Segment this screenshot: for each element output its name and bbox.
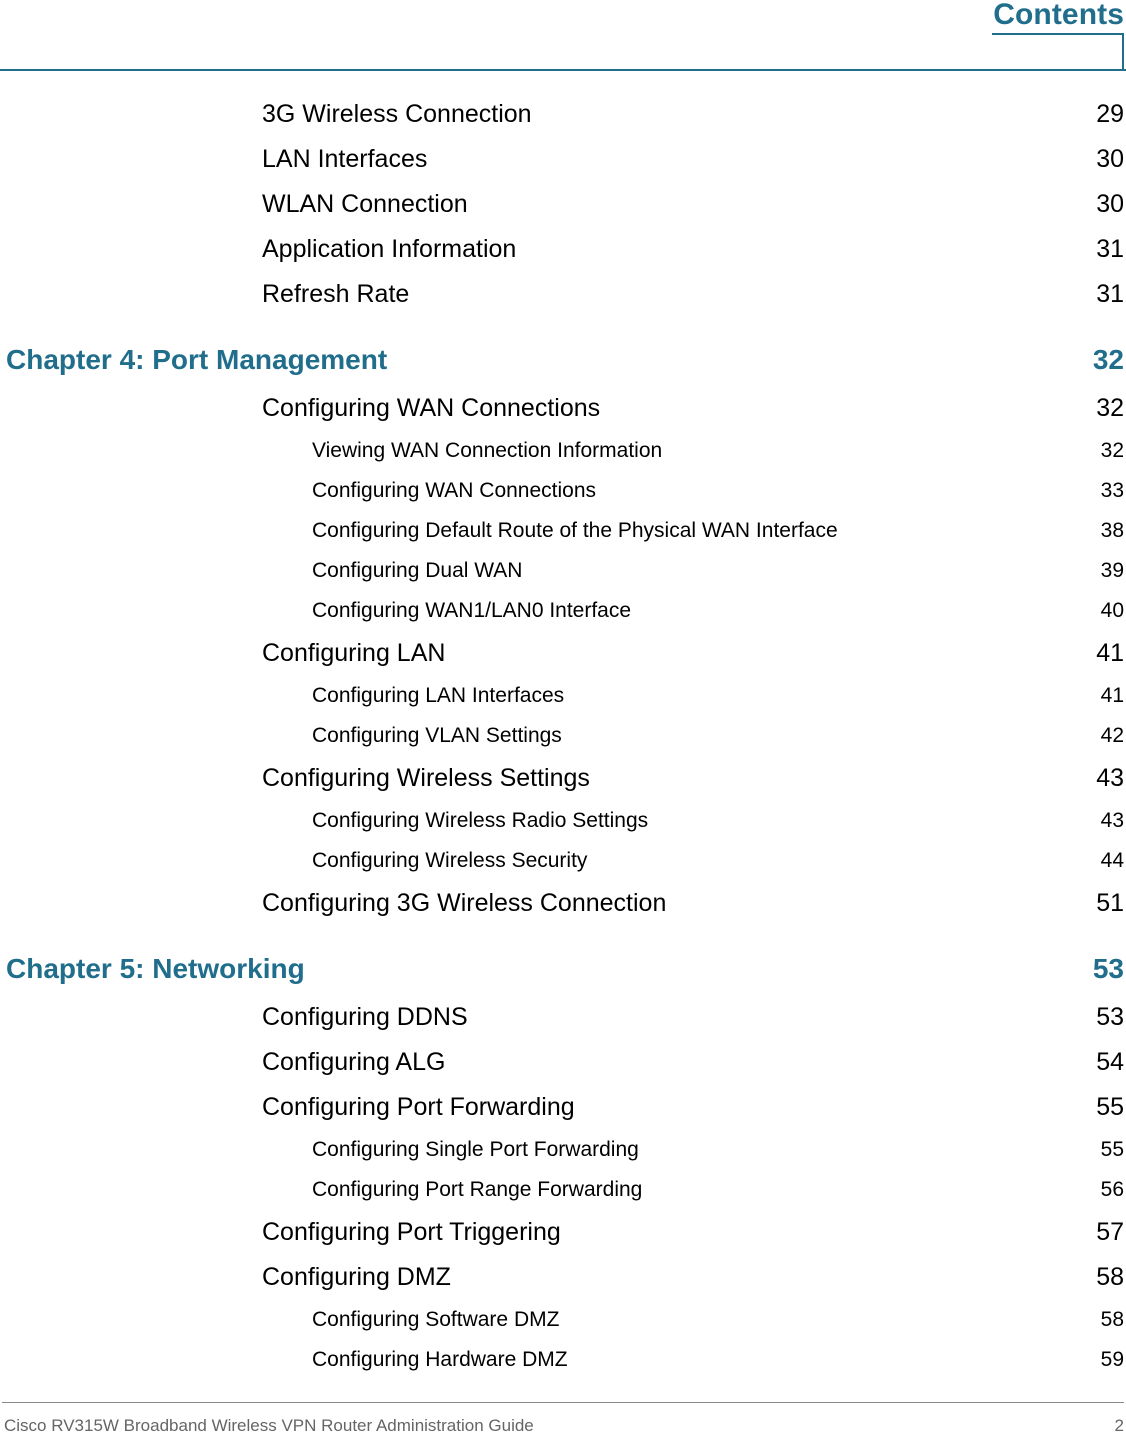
- toc-entry-row[interactable]: Configuring WAN Connections 32: [0, 386, 1126, 431]
- toc-entry-label: Configuring LAN: [262, 639, 446, 667]
- toc-entry-page-number: 58: [1096, 1263, 1124, 1291]
- toc-entry-row[interactable]: LAN Interfaces 30: [0, 137, 1126, 182]
- toc-entry-row[interactable]: Configuring Default Route of the Physica…: [0, 511, 1126, 551]
- toc-entry-label: WLAN Connection: [262, 190, 468, 218]
- toc-entry-row[interactable]: Configuring Wireless Security 44: [0, 841, 1126, 881]
- toc-entry-page-number: 29: [1096, 100, 1124, 128]
- header-divider: [0, 69, 1126, 71]
- toc-entry-label: Configuring 3G Wireless Connection: [262, 889, 667, 917]
- toc-entry-row[interactable]: WLAN Connection 30: [0, 182, 1126, 227]
- toc-entry-label: Configuring Wireless Security: [312, 849, 588, 872]
- toc-entry-page-number: 55: [1096, 1093, 1124, 1121]
- toc-entry-page-number: 30: [1096, 145, 1124, 173]
- toc-entry-label: Configuring Dual WAN: [312, 559, 523, 582]
- table-of-contents: 3G Wireless Connection 29 LAN Interfaces 30…: [0, 92, 1126, 1380]
- toc-entry-label: Configuring Hardware DMZ: [312, 1348, 568, 1371]
- toc-entry-row[interactable]: Configuring Port Triggering 57: [0, 1210, 1126, 1255]
- toc-entry-page-number: 40: [1100, 599, 1124, 622]
- toc-entry-row[interactable]: Configuring WAN1/LAN0 Interface 40: [0, 591, 1126, 631]
- toc-entry-row[interactable]: Configuring Hardware DMZ 59: [0, 1340, 1126, 1380]
- toc-entry-label: Configuring ALG: [262, 1048, 446, 1076]
- toc-entry-page-number: 33: [1100, 479, 1124, 502]
- toc-entry-page-number: 32: [1100, 439, 1124, 462]
- toc-entry-page-number: 39: [1100, 559, 1124, 582]
- toc-entry-label: Configuring Wireless Settings: [262, 764, 590, 792]
- toc-entry-row[interactable]: Configuring Port Range Forwarding 56: [0, 1170, 1126, 1210]
- toc-entry-page-number: 59: [1100, 1348, 1124, 1371]
- toc-entry-label: Configuring Port Range Forwarding: [312, 1178, 643, 1201]
- toc-entry-label: Configuring DMZ: [262, 1263, 451, 1291]
- toc-entry-page-number: 31: [1096, 280, 1124, 308]
- footer-document-title: Cisco RV315W Broadband Wireless VPN Rout…: [4, 1416, 534, 1435]
- toc-entry-row[interactable]: Configuring Port Forwarding 55: [0, 1085, 1126, 1130]
- toc-entry-page-number: 44: [1100, 849, 1124, 872]
- toc-entry-label: Viewing WAN Connection Information: [312, 439, 663, 462]
- toc-entry-page-number: 51: [1096, 889, 1124, 917]
- page-footer: Cisco RV315W Broadband Wireless VPN Rout…: [0, 1402, 1126, 1454]
- toc-chapter-label: Chapter 4: Port Management: [6, 344, 388, 375]
- toc-entry-row[interactable]: Configuring 3G Wireless Connection 51: [0, 881, 1126, 926]
- toc-entry-page-number: 32: [1096, 394, 1124, 422]
- toc-chapter-page-number: 53: [1092, 953, 1124, 984]
- toc-entry-row[interactable]: Configuring DDNS 53: [0, 995, 1126, 1040]
- toc-chapter-label: Chapter 5: Networking: [6, 953, 305, 984]
- toc-entry-page-number: 41: [1100, 684, 1124, 707]
- toc-entry-row[interactable]: Configuring VLAN Settings 42: [0, 716, 1126, 756]
- toc-entry-label: Configuring WAN Connections: [312, 479, 597, 502]
- toc-entry-row[interactable]: Configuring Wireless Radio Settings 43: [0, 801, 1126, 841]
- toc-entry-page-number: 56: [1100, 1178, 1124, 1201]
- toc-entry-label: Configuring Single Port Forwarding: [312, 1138, 639, 1161]
- toc-entry-label: Configuring Port Triggering: [262, 1218, 561, 1246]
- toc-entry-page-number: 43: [1100, 809, 1124, 832]
- toc-entry-label: Configuring VLAN Settings: [312, 724, 562, 747]
- toc-entry-row[interactable]: Configuring Wireless Settings 43: [0, 756, 1126, 801]
- footer-divider: [2, 1402, 1124, 1403]
- page-header: Contents: [0, 0, 1126, 72]
- toc-entry-page-number: 41: [1096, 639, 1124, 667]
- toc-entry-row[interactable]: Viewing WAN Connection Information 32: [0, 431, 1126, 471]
- toc-entry-row[interactable]: Configuring ALG 54: [0, 1040, 1126, 1085]
- page-title: Contents: [993, 0, 1124, 31]
- toc-chapter-row[interactable]: Chapter 4: Port Management 32: [0, 334, 1126, 386]
- toc-entry-row[interactable]: Configuring WAN Connections 33: [0, 471, 1126, 511]
- toc-entry-label: Configuring Software DMZ: [312, 1308, 560, 1331]
- toc-entry-row[interactable]: Refresh Rate 31: [0, 272, 1126, 317]
- toc-entry-label: Refresh Rate: [262, 280, 410, 308]
- toc-entry-page-number: 42: [1100, 724, 1124, 747]
- toc-entry-label: LAN Interfaces: [262, 145, 428, 173]
- toc-entry-label: Configuring DDNS: [262, 1003, 468, 1031]
- toc-entry-page-number: 54: [1096, 1048, 1124, 1076]
- toc-entry-label: Configuring Wireless Radio Settings: [312, 809, 649, 832]
- toc-entry-page-number: 31: [1096, 235, 1124, 263]
- toc-entry-page-number: 53: [1096, 1003, 1124, 1031]
- toc-entry-page-number: 57: [1096, 1218, 1124, 1246]
- toc-entry-row[interactable]: Configuring Single Port Forwarding 55: [0, 1130, 1126, 1170]
- toc-entry-row[interactable]: Configuring LAN Interfaces 41: [0, 676, 1126, 716]
- header-accent-box: [992, 33, 1124, 71]
- toc-entry-page-number: 55: [1100, 1138, 1124, 1161]
- toc-entry-label: Configuring WAN1/LAN0 Interface: [312, 599, 632, 622]
- toc-entry-row[interactable]: Configuring Software DMZ 58: [0, 1300, 1126, 1340]
- toc-chapter-row[interactable]: Chapter 5: Networking 53: [0, 943, 1126, 995]
- toc-entry-label: 3G Wireless Connection: [262, 100, 532, 128]
- toc-entry-label: Configuring Port Forwarding: [262, 1093, 575, 1121]
- toc-entry-label: Configuring LAN Interfaces: [312, 684, 565, 707]
- toc-entry-row[interactable]: Configuring DMZ 58: [0, 1255, 1126, 1300]
- toc-entry-page-number: 43: [1096, 764, 1124, 792]
- toc-entry-label: Configuring WAN Connections: [262, 394, 601, 422]
- toc-entry-label: Application Information: [262, 235, 517, 263]
- toc-entry-page-number: 38: [1100, 519, 1124, 542]
- toc-chapter-page-number: 32: [1092, 344, 1124, 375]
- toc-entry-page-number: 58: [1100, 1308, 1124, 1331]
- toc-entry-row[interactable]: Configuring LAN 41: [0, 631, 1126, 676]
- toc-entry-row[interactable]: Application Information 31: [0, 227, 1126, 272]
- toc-entry-row[interactable]: 3G Wireless Connection 29: [0, 92, 1126, 137]
- toc-entry-row[interactable]: Configuring Dual WAN 39: [0, 551, 1126, 591]
- toc-entry-page-number: 30: [1096, 190, 1124, 218]
- footer-page-number: 2: [1114, 1416, 1124, 1435]
- toc-entry-label: Configuring Default Route of the Physica…: [312, 519, 838, 542]
